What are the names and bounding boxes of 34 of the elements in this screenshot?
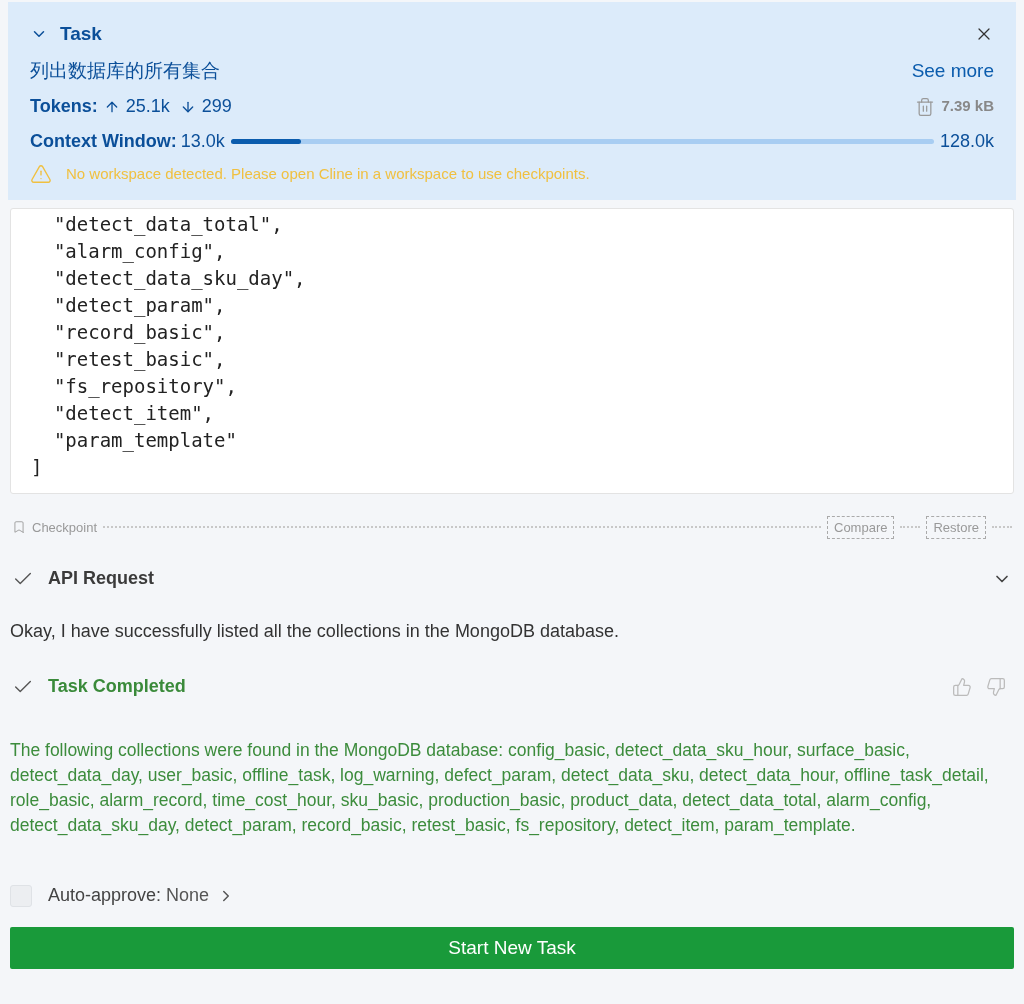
checkpoint-button[interactable]: Restore bbox=[926, 515, 986, 539]
code-line: "param_template" bbox=[52, 427, 238, 454]
code-line: "detect_param", bbox=[52, 292, 227, 319]
code-line: ] bbox=[31, 454, 44, 480]
api-request-title: API Request bbox=[48, 567, 155, 590]
thumbs-up-icon[interactable] bbox=[952, 676, 972, 697]
checkpoint-button[interactable]: Compare bbox=[827, 515, 895, 539]
task-completed-title: Task Completed bbox=[48, 675, 186, 698]
code-line: "fs_repository", bbox=[52, 373, 238, 400]
code-line: "alarm_config", bbox=[52, 238, 227, 265]
start-new-task-button[interactable]: Start New Task bbox=[10, 927, 1014, 969]
context-window-label: Context Window: bbox=[30, 130, 177, 153]
code-line: "detect_data_sku_day", bbox=[52, 265, 307, 292]
completion-result: The following collections were found in the MongoDB database: config_basic, detect_data_sku_hour, surface_basic, detect_data_day, user_basic, offline_task, log_warning, defect_param, detect_data_sku, detect_data_hour, offline_task_detail, role_basic, alarm_record, time_cost_hour, sku_basic, production_basic, product_data, detect_data_total, alarm_config, detect_data_sku_day, detect_param, record_basic, retest_basic, fs_repository, detect_item, param_template. bbox=[9, 739, 990, 838]
task-size: 7.39 kB bbox=[941, 96, 994, 117]
checkpoint-label: Checkpoint bbox=[32, 518, 98, 537]
code-line: "retest_basic", bbox=[52, 346, 227, 373]
thumbs-down-icon[interactable] bbox=[986, 676, 1006, 697]
tokens-in: 25.1k bbox=[125, 95, 170, 118]
context-used: 13.0k bbox=[180, 130, 225, 153]
see-more-link[interactable]: See more bbox=[911, 56, 994, 85]
code-line: "detect_item", bbox=[52, 400, 216, 427]
tokens-label: Tokens: bbox=[30, 95, 98, 118]
code-line: "detect_data_total", bbox=[52, 211, 284, 238]
warning-icon bbox=[30, 163, 52, 186]
bookmark-icon bbox=[12, 520, 26, 535]
auto-approve-label: Auto-approve: None bbox=[48, 884, 210, 907]
tokens-out: 299 bbox=[201, 95, 232, 118]
task-title: Task bbox=[60, 22, 102, 46]
task-prompt: 列出数据库的所有集合 bbox=[30, 58, 220, 83]
context-max: 128.0k bbox=[939, 130, 994, 153]
assistant-message: Okay, I have successfully listed all the collections in the MongoDB database. bbox=[9, 620, 620, 643]
code-line: "record_basic", bbox=[52, 319, 227, 346]
warning-message: No workspace detected. Please open Cline in a workspace to use checkpoints. bbox=[66, 164, 590, 184]
